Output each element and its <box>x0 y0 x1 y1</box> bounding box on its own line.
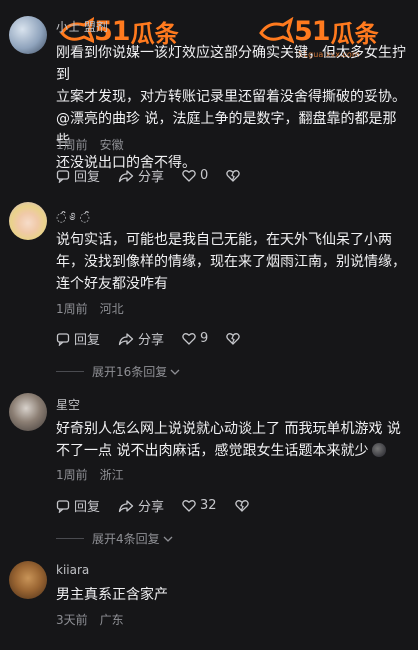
chevron-down-icon <box>170 369 180 375</box>
share-label: 分享 <box>138 333 165 348</box>
comment-time: 3天前 <box>56 613 88 627</box>
emoji-icon <box>372 443 387 457</box>
dislike-button[interactable] <box>226 332 244 345</box>
like-button[interactable]: 0 <box>182 168 208 183</box>
comment-location: 安徽 <box>99 138 124 152</box>
comment-meta: 1周前 安徽 <box>56 136 124 153</box>
comment-location: 河北 <box>99 302 124 316</box>
like-icon <box>182 500 196 512</box>
like-count: 32 <box>200 498 217 513</box>
reply-button[interactable]: 回复 <box>56 166 100 185</box>
comment-meta: 3天前 广东 <box>56 611 124 628</box>
expand-replies-label: 展开16条回复 <box>92 365 168 379</box>
dislike-icon <box>226 333 241 345</box>
comment-username[interactable]: 小士 盟剂 <box>56 18 108 35</box>
avatar[interactable] <box>9 16 47 54</box>
comment-item: kiiara 男主真系正含家产 3天前 广东 <box>0 550 418 650</box>
expand-replies-label: 展开4条回复 <box>92 532 160 546</box>
dislike-icon <box>226 170 241 182</box>
share-icon <box>118 169 134 182</box>
chevron-down-icon <box>163 536 173 542</box>
like-icon <box>182 170 196 182</box>
comment-item: 小士 盟剂 刚看到你说媒一该灯效应这部分确实关键，但太多女生拧到 立案才发现，对… <box>0 0 418 190</box>
comment-location: 广东 <box>99 613 124 627</box>
comment-item: 星空 好奇别人怎么网上说说就心动谈上了 而我玩单机游戏 说 不了一点 说不出肉麻… <box>0 390 418 550</box>
reply-button[interactable]: 回复 <box>56 329 100 348</box>
reply-label: 回复 <box>74 333 101 348</box>
like-count: 0 <box>200 168 209 183</box>
comment-text: 说句实话，可能也是我自己无能，在天外飞仙呆了小两 年，没找到像样的情缘，现在来了… <box>56 232 406 292</box>
comment-username[interactable]: 星空 <box>56 396 80 413</box>
share-button[interactable]: 分享 <box>118 166 164 185</box>
comment-text: 好奇别人怎么网上说说就心动谈上了 而我玩单机游戏 说 不了一点 说不出肉麻话，感… <box>56 421 401 459</box>
comment-meta: 1周前 浙江 <box>56 466 124 483</box>
expand-replies-button[interactable]: 展开4条回复 <box>56 530 173 547</box>
comment-actions: 回复 分享 0 <box>56 166 244 185</box>
avatar[interactable] <box>9 393 47 431</box>
reply-label: 回复 <box>74 170 101 185</box>
reply-icon <box>56 332 70 346</box>
comment-text: 男主真系正含家产 <box>56 587 168 603</box>
dislike-icon <box>234 500 249 512</box>
comment-username[interactable]: kiiara <box>56 563 89 577</box>
expand-replies-button[interactable]: 展开16条回复 <box>56 363 180 380</box>
comment-actions: 回复 分享 9 <box>56 329 244 348</box>
comment-actions: 回复 分享 32 <box>56 496 253 515</box>
comment-text: 刚看到你说媒一该灯效应这部分确实关键，但太多女生拧到 立案才发现，对方转账记录里… <box>56 45 406 171</box>
comment-item: ◌̑̈ ༅ ◌̑̈ 说句实话，可能也是我自己无能，在天外飞仙呆了小两 年，没找到… <box>0 190 418 390</box>
share-label: 分享 <box>138 170 165 185</box>
like-button[interactable]: 32 <box>182 498 217 513</box>
comment-time: 1周前 <box>56 138 88 152</box>
reply-icon <box>56 499 70 513</box>
share-button[interactable]: 分享 <box>118 329 164 348</box>
share-icon <box>118 499 134 512</box>
reply-button[interactable]: 回复 <box>56 496 100 515</box>
dislike-button[interactable] <box>226 169 244 182</box>
comment-time: 1周前 <box>56 302 88 316</box>
comment-meta: 1周前 河北 <box>56 300 124 317</box>
dislike-button[interactable] <box>234 499 253 512</box>
share-icon <box>118 332 134 345</box>
share-button[interactable]: 分享 <box>118 496 164 515</box>
like-icon <box>182 333 196 345</box>
avatar[interactable] <box>9 202 47 240</box>
comment-location: 浙江 <box>99 468 124 482</box>
reply-icon <box>56 169 70 183</box>
reply-label: 回复 <box>74 500 101 515</box>
share-label: 分享 <box>138 500 165 515</box>
avatar[interactable] <box>9 561 47 599</box>
expand-divider <box>56 538 84 539</box>
comment-time: 1周前 <box>56 468 88 482</box>
like-button[interactable]: 9 <box>182 331 208 346</box>
expand-divider <box>56 371 84 372</box>
like-count: 9 <box>200 331 209 346</box>
